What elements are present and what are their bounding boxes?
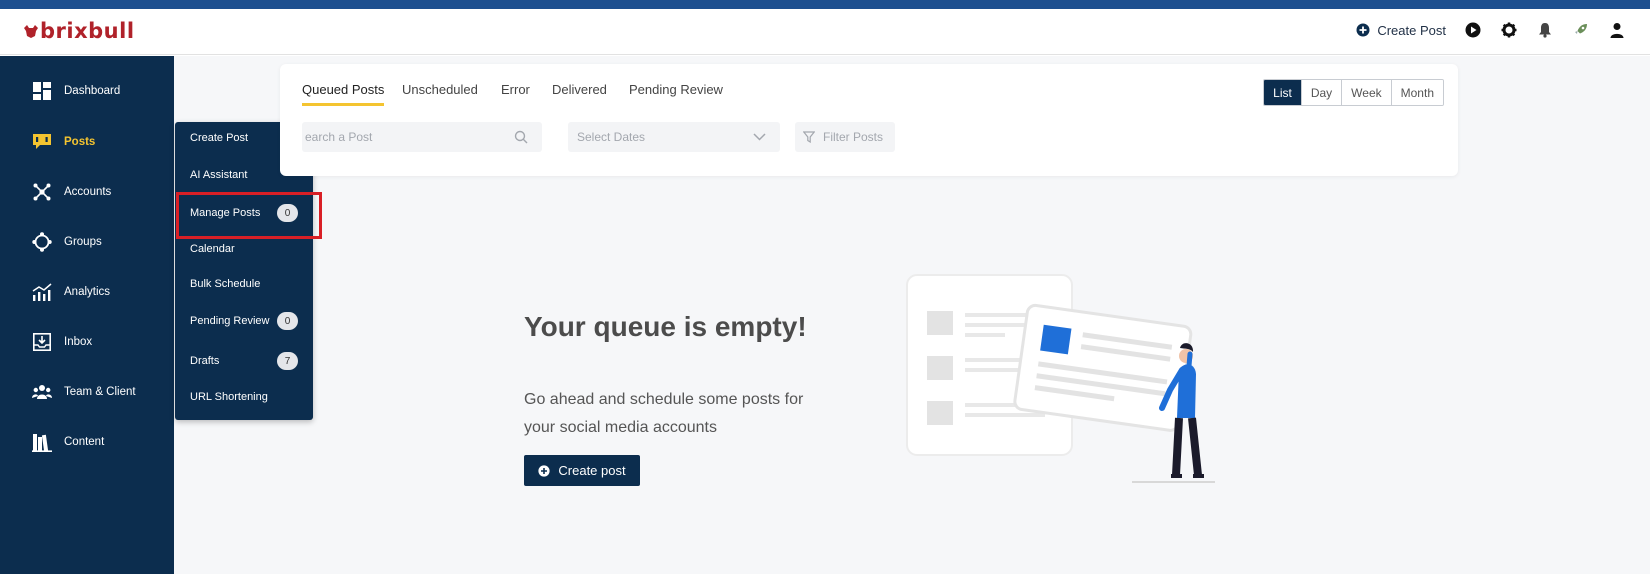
empty-state-description-line: your social media accounts xyxy=(524,419,717,436)
content-icon xyxy=(32,432,52,452)
tab-delivered[interactable]: Delivered xyxy=(552,82,607,103)
select-dates-dropdown[interactable]: Select Dates xyxy=(568,122,780,152)
tab-unscheduled[interactable]: Unscheduled xyxy=(402,82,478,103)
header-create-post-label: Create Post xyxy=(1377,22,1446,38)
sidebar-item-team-client[interactable]: Team & Client xyxy=(0,372,174,412)
count-badge: 7 xyxy=(277,352,298,370)
bull-logo-icon xyxy=(24,25,38,38)
tab-label: Queued Posts xyxy=(302,82,385,97)
sidebar-item-accounts[interactable]: Accounts xyxy=(0,172,174,212)
sidebar-item-posts[interactable]: Posts xyxy=(0,122,174,162)
sidebar-item-label: Dashboard xyxy=(64,85,121,97)
empty-queue-illustration xyxy=(906,274,1215,483)
brand-logo[interactable]: brixbull xyxy=(22,19,135,43)
analytics-icon xyxy=(32,282,52,302)
header-create-post-button[interactable]: Create Post xyxy=(1356,23,1446,38)
filter-icon xyxy=(803,131,815,143)
tab-label: Error xyxy=(501,82,530,97)
sidebar-item-label: Inbox xyxy=(64,336,93,348)
tab-pending-review[interactable]: Pending Review xyxy=(629,82,723,103)
manage-posts-highlight xyxy=(176,192,322,239)
submenu-item-label: Drafts xyxy=(190,355,220,367)
view-day-button[interactable]: Day xyxy=(1300,80,1342,105)
user-icon[interactable] xyxy=(1608,21,1626,39)
search-placeholder: earch a Post xyxy=(305,130,373,144)
submenu-item-drafts[interactable]: Drafts 7 xyxy=(175,345,313,377)
sidebar-item-label: Posts xyxy=(64,136,96,148)
sidebar: Dashboard Posts Accounts Groups Analytic… xyxy=(0,56,174,574)
sidebar-item-inbox[interactable]: Inbox xyxy=(0,322,174,362)
empty-state-description-line: Go ahead and schedule some posts for xyxy=(524,391,804,408)
submenu-item-label: Bulk Schedule xyxy=(190,278,261,290)
submenu-item-label: Pending Review xyxy=(190,315,270,327)
submenu-item-pending-review[interactable]: Pending Review 0 xyxy=(175,305,313,337)
dashboard-icon xyxy=(32,81,52,101)
tab-queued-posts[interactable]: Queued Posts xyxy=(302,82,385,106)
submenu-item-label: Calendar xyxy=(190,243,235,255)
chevron-down-icon xyxy=(753,133,766,141)
search-input[interactable]: earch a Post xyxy=(302,122,542,152)
submenu-item-label: AI Assistant xyxy=(190,169,248,181)
filter-panel: Queued Posts Unscheduled Error Delivered… xyxy=(280,64,1458,176)
top-accent-strip xyxy=(0,0,1650,9)
search-icon xyxy=(514,130,528,144)
filter-posts-label: Filter Posts xyxy=(823,130,884,144)
create-post-label: Create post xyxy=(558,463,626,478)
tab-label: Pending Review xyxy=(629,82,723,97)
posts-icon xyxy=(32,132,52,152)
view-list-button[interactable]: List xyxy=(1264,80,1301,105)
count-badge: 0 xyxy=(277,312,298,330)
filter-posts-button[interactable]: Filter Posts xyxy=(795,122,895,152)
submenu-item-url-shortening[interactable]: URL Shortening xyxy=(175,381,313,413)
gear-icon[interactable] xyxy=(1500,21,1518,39)
team-icon xyxy=(32,382,52,402)
view-month-button[interactable]: Month xyxy=(1390,80,1443,105)
rocket-icon[interactable] xyxy=(1572,21,1590,39)
sidebar-item-label: Team & Client xyxy=(64,386,136,398)
sidebar-item-label: Content xyxy=(64,436,105,448)
tab-label: Unscheduled xyxy=(402,82,478,97)
logo-text: brixbull xyxy=(40,19,135,43)
groups-icon xyxy=(32,232,52,252)
select-dates-placeholder: Select Dates xyxy=(577,130,646,144)
submenu-item-bulk-schedule[interactable]: Bulk Schedule xyxy=(175,268,313,300)
play-icon[interactable] xyxy=(1464,21,1482,39)
empty-state-description: Go ahead and schedule some posts for you… xyxy=(524,386,864,442)
sidebar-item-label: Accounts xyxy=(64,186,112,198)
sidebar-item-content[interactable]: Content xyxy=(0,422,174,462)
sidebar-item-dashboard[interactable]: Dashboard xyxy=(0,71,174,111)
empty-state-title: Your queue is empty! xyxy=(524,311,807,342)
tab-label: Delivered xyxy=(552,82,607,97)
bell-icon[interactable] xyxy=(1536,21,1554,39)
top-header: brixbull Create Post xyxy=(0,9,1650,55)
sidebar-item-analytics[interactable]: Analytics xyxy=(0,272,174,312)
sidebar-item-label: Groups xyxy=(64,236,102,248)
view-week-button[interactable]: Week xyxy=(1341,80,1391,105)
plus-circle-icon xyxy=(538,464,550,477)
accounts-icon xyxy=(32,182,52,202)
sidebar-item-groups[interactable]: Groups xyxy=(0,222,174,262)
tab-error[interactable]: Error xyxy=(501,82,530,103)
submenu-item-label: URL Shortening xyxy=(190,391,268,403)
create-post-button[interactable]: Create post xyxy=(524,455,640,486)
sidebar-item-label: Analytics xyxy=(64,286,111,298)
view-mode-toggle: List Day Week Month xyxy=(1263,79,1444,106)
inbox-icon xyxy=(32,332,52,352)
submenu-item-label: Create Post xyxy=(190,132,249,144)
plus-circle-icon xyxy=(1356,23,1370,37)
